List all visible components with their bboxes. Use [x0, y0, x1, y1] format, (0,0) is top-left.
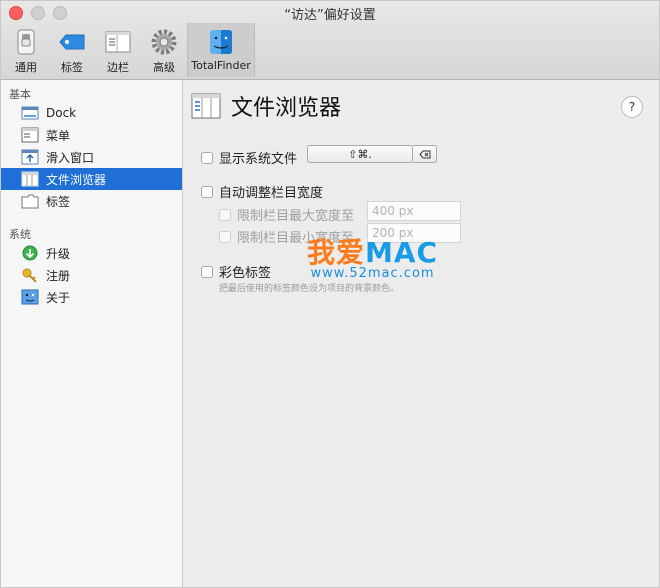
toolbar-totalfinder[interactable]: TotalFinder	[187, 23, 255, 77]
toolbar-label: 边栏	[107, 61, 129, 74]
sidebar-icon	[105, 31, 131, 53]
toolbar: 通用 标签 边栏 高级 TotalFinder	[3, 23, 255, 77]
file-browser-icon	[21, 171, 39, 187]
show-system-files-option[interactable]: 显示系统文件	[201, 148, 297, 167]
show-system-files-label: 显示系统文件	[219, 152, 298, 167]
about-icon	[21, 289, 39, 305]
preferences-window: “访达”偏好设置 通用 标签 边栏 高级 TotalFinder 基本 Dock…	[0, 0, 660, 588]
window-title: “访达”偏好设置	[284, 8, 376, 23]
toolbar-label: 通用	[15, 61, 37, 74]
switch-icon	[17, 29, 35, 55]
toolbar-general[interactable]: 通用	[3, 23, 49, 77]
watermark-logo: 我爱MAC	[307, 238, 438, 268]
sidebar-item-label: Dock	[46, 106, 77, 120]
sidebar-item-menu[interactable]: 菜单	[1, 124, 182, 146]
sidebar-item-label: 注册	[46, 268, 71, 283]
sidebar-item-label: 升级	[46, 246, 71, 261]
toolbar-tags[interactable]: 标签	[49, 23, 95, 77]
main-pane: 文件浏览器 ? 显示系统文件 ⇧⌘. 自动调整栏目宽度 限制栏目最大宽度至 40…	[183, 80, 659, 587]
sidebar-item-register[interactable]: 注册	[1, 264, 182, 286]
tab-icon	[21, 193, 39, 209]
upgrade-icon	[21, 245, 39, 261]
auto-adjust-option[interactable]: 自动调整栏目宽度	[201, 182, 323, 201]
watermark-part1: 我爱	[307, 236, 366, 269]
tag-icon	[59, 34, 85, 50]
shortcut-recorder[interactable]: ⇧⌘.	[307, 145, 413, 163]
clear-shortcut-button[interactable]	[413, 145, 437, 163]
watermark-part2: MAC	[365, 236, 439, 269]
sidebar-section-basic: 基本	[9, 88, 31, 101]
sidebar: 基本 Dock 菜单 滑入窗口 文件浏览器 标签 系统 升级 注册 关于	[1, 80, 183, 587]
sidebar-item-label: 标签	[46, 194, 71, 209]
max-width-checkbox[interactable]	[219, 208, 231, 221]
menu-icon	[21, 127, 39, 143]
sidebar-item-upgrade[interactable]: 升级	[1, 242, 182, 264]
color-tags-hint: 把最后使用的标签颜色设为项目的背景颜色。	[219, 284, 400, 294]
sidebar-item-slide-window[interactable]: 滑入窗口	[1, 146, 182, 168]
min-width-checkbox[interactable]	[219, 230, 231, 243]
page-title: 文件浏览器	[231, 96, 342, 121]
color-tags-checkbox[interactable]	[201, 265, 213, 278]
watermark-url: www.52mac.com	[310, 266, 435, 281]
file-browser-icon	[191, 93, 221, 119]
help-button[interactable]: ?	[621, 96, 643, 118]
sidebar-item-tabs[interactable]: 标签	[1, 190, 182, 212]
sidebar-item-file-browser[interactable]: 文件浏览器	[1, 168, 182, 190]
key-icon	[21, 267, 39, 283]
toolbar-label: TotalFinder	[191, 59, 251, 72]
max-width-label: 限制栏目最大宽度至	[237, 209, 355, 224]
auto-adjust-label: 自动调整栏目宽度	[219, 186, 324, 201]
finder-icon	[210, 30, 232, 54]
sidebar-item-label: 文件浏览器	[46, 172, 107, 187]
sidebar-item-label: 滑入窗口	[46, 150, 95, 165]
toolbar-label: 高级	[153, 61, 175, 74]
gear-icon	[151, 29, 177, 55]
sidebar-section-system: 系统	[9, 228, 31, 241]
toolbar-sidebar[interactable]: 边栏	[95, 23, 141, 77]
auto-adjust-checkbox[interactable]	[201, 185, 213, 198]
color-tags-label: 彩色标签	[219, 266, 272, 281]
dock-icon	[21, 105, 39, 121]
title-bar: “访达”偏好设置 通用 标签 边栏 高级 TotalFinder	[1, 1, 659, 80]
show-system-files-checkbox[interactable]	[201, 151, 213, 164]
max-width-input[interactable]: 400 px	[367, 201, 461, 221]
sidebar-item-label: 关于	[46, 290, 71, 305]
toolbar-advanced[interactable]: 高级	[141, 23, 187, 77]
delete-icon	[418, 150, 430, 158]
sidebar-item-dock[interactable]: Dock	[1, 102, 182, 124]
color-tags-option[interactable]: 彩色标签	[201, 262, 271, 281]
toolbar-label: 标签	[61, 61, 83, 74]
pane-header: 文件浏览器	[191, 90, 341, 122]
watermark: 我爱MAC www.52mac.com	[307, 238, 438, 282]
max-width-option[interactable]: 限制栏目最大宽度至	[219, 205, 354, 224]
sidebar-item-about[interactable]: 关于	[1, 286, 182, 308]
sidebar-item-label: 菜单	[46, 128, 71, 143]
slide-window-icon	[21, 149, 39, 165]
